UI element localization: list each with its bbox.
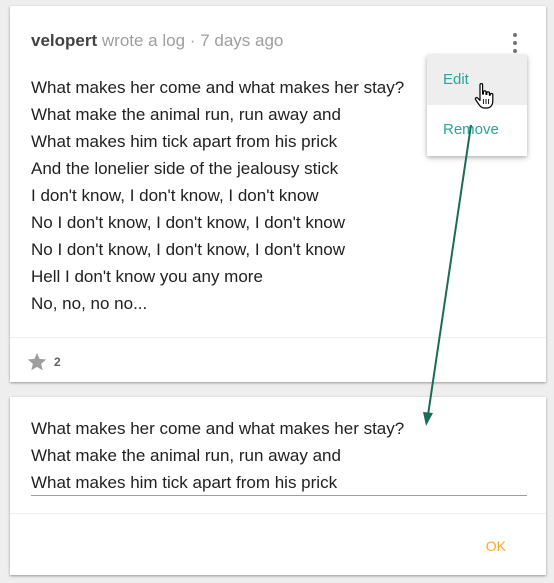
more-vert-icon[interactable] [504, 31, 526, 55]
memo-content: What makes her come and what makes her s… [31, 74, 404, 317]
memo-edit-textarea[interactable]: What makes her come and what makes her s… [31, 415, 527, 496]
edit-line: What makes her come and what makes her s… [31, 419, 405, 438]
edit-card: What makes her come and what makes her s… [10, 397, 546, 575]
memo-line: What make the animal run, run away and [31, 105, 341, 124]
kebab-dot [513, 49, 517, 53]
author-name[interactable]: velopert [31, 31, 97, 50]
edit-footer: OK [10, 513, 546, 575]
edit-line: What makes him tick apart from his prick [31, 473, 338, 492]
edit-line: What make the animal run, run away and [31, 446, 341, 465]
star-count: 2 [54, 355, 61, 369]
menu-item-remove[interactable]: Remove [427, 105, 527, 155]
memo-header: velopert wrote a log · 7 days ago [31, 31, 283, 51]
action-text: wrote a log [101, 31, 186, 50]
ok-button[interactable]: OK [486, 538, 506, 554]
kebab-dot [513, 41, 517, 45]
memo-line: What makes her come and what makes her s… [31, 78, 405, 97]
memo-line: And the lonelier side of the jealousy st… [31, 159, 339, 178]
memo-line: I don't know, I don't know, I don't know [31, 186, 319, 205]
memo-line: What makes him tick apart from his prick [31, 132, 338, 151]
memo-line: No I don't know, I don't know, I don't k… [31, 240, 346, 259]
memo-line: Hell I don't know you any more [31, 267, 263, 286]
hand-pointer-icon [474, 83, 494, 109]
memo-line: No, no, no no... [31, 294, 148, 313]
timestamp: 7 days ago [200, 31, 284, 50]
memo-line: No I don't know, I don't know, I don't k… [31, 213, 346, 232]
star-icon[interactable] [26, 351, 48, 373]
separator-dot: · [189, 31, 196, 50]
memo-footer: 2 [10, 337, 546, 382]
kebab-dot [513, 33, 517, 37]
